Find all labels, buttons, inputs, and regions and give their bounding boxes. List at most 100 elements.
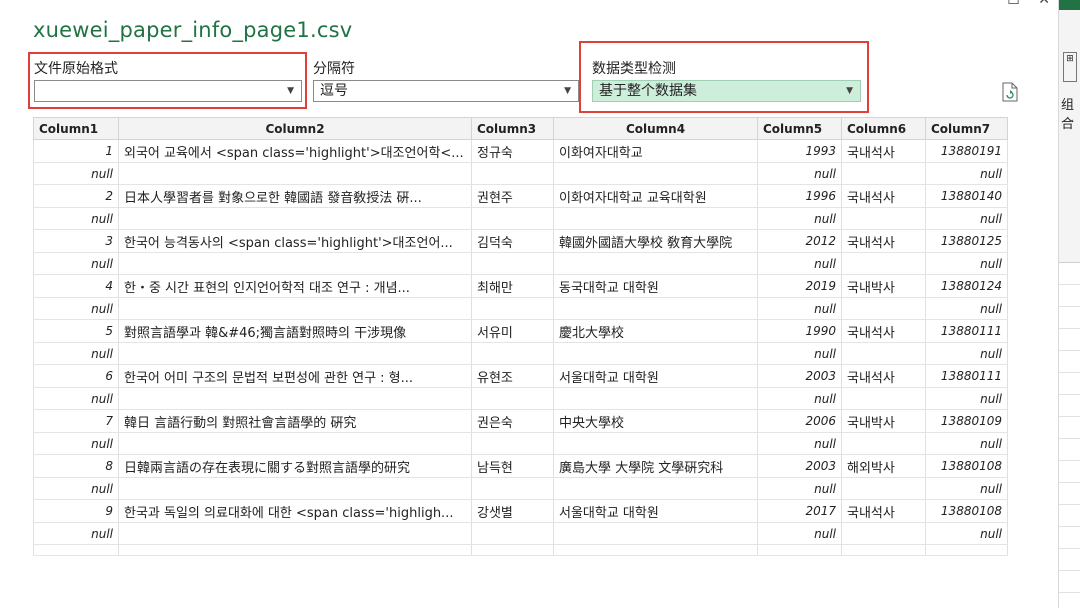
table-cell: 4 (33, 274, 119, 298)
table-cell: 서유미 (471, 319, 554, 343)
table-cell: 이화여자대학교 교육대학원 (553, 184, 758, 208)
table-body: 1 외국어 교육에서 <span class='highlight'>대조언어학<… (33, 139, 1008, 556)
column-header[interactable]: Column7 (925, 117, 1008, 140)
table-cell: 13880111 (925, 364, 1008, 388)
table-cell: 日韓兩言語の存在表現に關する對照言語學的研究 (118, 454, 472, 478)
table-cell: 해외박사 (841, 454, 926, 478)
table-cell (118, 522, 472, 545)
refresh-file-icon[interactable] (1002, 82, 1018, 102)
column-header[interactable]: Column1 (33, 117, 119, 140)
table-cell: 中央大學校 (553, 409, 758, 433)
column-header[interactable]: Column2 (118, 117, 472, 140)
table-cell: null (925, 207, 1008, 230)
table-cell (925, 544, 1008, 556)
table-cell (841, 477, 926, 500)
table-row: 7 韓日 言語行動의 對照社會言語學的 硏究 권은숙 中央大學校 2006 국내박사 138… (33, 409, 1008, 433)
table-cell (841, 522, 926, 545)
table-cell: null (925, 432, 1008, 455)
table-cell: 13880125 (925, 229, 1008, 253)
table-cell: 3 (33, 229, 119, 253)
table-cell (118, 252, 472, 275)
table-cell: 국내석사 (841, 364, 926, 388)
chevron-down-icon[interactable]: ⌄ (1067, 114, 1075, 125)
minimize-icon[interactable]: ☐ (1007, 0, 1020, 8)
table-cell (553, 207, 758, 230)
table-header-row: Column1 Column2 Column3 Column4 Column5 … (33, 117, 1008, 140)
table-row: null null null (33, 342, 1008, 365)
window-controls: ☐ ✕ (993, 0, 1050, 8)
column-header[interactable]: Column3 (471, 117, 554, 140)
table-cell (841, 387, 926, 410)
table-cell: 동국대학교 대학원 (553, 274, 758, 298)
table-cell: 8 (33, 454, 119, 478)
table-cell: 13880109 (925, 409, 1008, 433)
table-cell: 廣島大學 大學院 文學硏究科 (553, 454, 758, 478)
table-cell (471, 162, 554, 185)
table-cell (553, 432, 758, 455)
table-cell: null (33, 432, 119, 455)
table-cell: 국내박사 (841, 274, 926, 298)
table-cell: null (757, 522, 842, 545)
table-cell (118, 297, 472, 320)
table-cell: 남득현 (471, 454, 554, 478)
table-cell (841, 162, 926, 185)
highlight-box-type-detection (579, 41, 869, 113)
table-row: 8 日韓兩言語の存在表現に關する對照言語學的研究 남득현 廣島大學 大學院 文學硏究科… (33, 454, 1008, 478)
column-header[interactable]: Column6 (841, 117, 926, 140)
close-icon[interactable]: ✕ (1038, 0, 1050, 8)
column-header[interactable]: Column4 (553, 117, 758, 140)
table-cell (841, 252, 926, 275)
table-cell (553, 387, 758, 410)
column-header[interactable]: Column5 (757, 117, 842, 140)
sheet-grid (1059, 262, 1080, 609)
group-label: 组合 (1061, 98, 1075, 132)
table-cell: 김덕숙 (471, 229, 554, 253)
table-cell (471, 477, 554, 500)
table-cell: 13880108 (925, 454, 1008, 478)
table-cell: null (33, 252, 119, 275)
table-cell: 13880111 (925, 319, 1008, 343)
table-cell (471, 544, 554, 556)
table-cell: null (925, 297, 1008, 320)
chevron-down-icon: ▼ (564, 86, 571, 96)
group-icon[interactable]: ⊞ (1063, 52, 1077, 82)
delimiter-dropdown[interactable]: 逗号 ▼ (313, 80, 579, 102)
table-cell: 1990 (757, 319, 842, 343)
table-cell: null (33, 387, 119, 410)
table-cell: 韓國外國語大學校 敎育大學院 (553, 229, 758, 253)
delimiter-value: 逗号 (320, 83, 348, 99)
table-cell: 국내석사 (841, 319, 926, 343)
table-cell: null (925, 252, 1008, 275)
table-cell: 2012 (757, 229, 842, 253)
table-cell: 권현주 (471, 184, 554, 208)
table-cell (757, 544, 842, 556)
table-cell (841, 297, 926, 320)
table-row: 4 한・중 시간 표현의 인지언어학적 대조 연구 : 개념... 최해만 동국대학교… (33, 274, 1008, 298)
table-cell (118, 162, 472, 185)
table-cell: 13880191 (925, 139, 1008, 163)
table-cell: 국내석사 (841, 229, 926, 253)
table-cell: null (33, 162, 119, 185)
table-cell: null (33, 297, 119, 320)
table-cell: 2017 (757, 499, 842, 523)
table-cell: null (757, 297, 842, 320)
table-cell: 6 (33, 364, 119, 388)
table-cell: null (757, 387, 842, 410)
table-cell (33, 544, 119, 556)
table-row: null null null (33, 387, 1008, 410)
table-cell: 유현조 (471, 364, 554, 388)
table-row: 9 한국과 독일의 의료대화에 대한 <span class='highligh.… (33, 499, 1008, 523)
table-cell: 1 (33, 139, 119, 163)
table-cell: null (757, 432, 842, 455)
table-cell: 韓日 言語行動의 對照社會言語學的 硏究 (118, 409, 472, 433)
table-cell: 日本人學習者를 對象으로한 韓國語 發音敎授法 硏... (118, 184, 472, 208)
delimiter-label: 分隔符 (313, 61, 355, 77)
table-cell: null (757, 252, 842, 275)
table-row: null null null (33, 522, 1008, 545)
table-cell (553, 522, 758, 545)
table-cell: 2003 (757, 454, 842, 478)
table-cell: null (33, 522, 119, 545)
table-cell: 서울대학교 대학원 (553, 499, 758, 523)
table-cell: 권은숙 (471, 409, 554, 433)
table-cell (553, 252, 758, 275)
